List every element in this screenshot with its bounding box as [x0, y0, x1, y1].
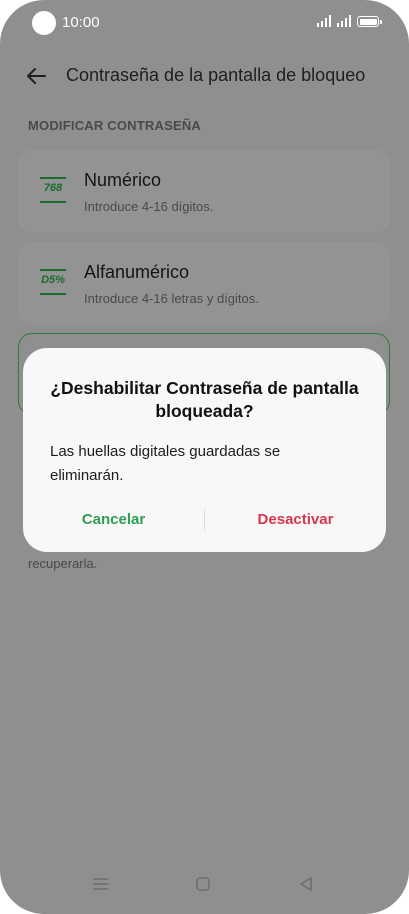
camera-cutout — [32, 11, 56, 35]
alphanumeric-keypad-icon: D5% — [40, 269, 70, 295]
battery-icon — [357, 16, 382, 27]
deactivate-button[interactable]: Desactivar — [205, 508, 386, 532]
home-icon[interactable] — [191, 872, 215, 896]
numeric-keypad-icon: 768 — [40, 177, 70, 203]
navigation-bar — [0, 872, 409, 906]
cancel-button[interactable]: Cancelar — [23, 508, 204, 532]
option-alphanumeric[interactable]: D5% Alfanumérico Introduce 4-16 letras y… — [18, 242, 390, 324]
option-title: Numérico — [84, 170, 162, 190]
confirm-dialog: ¿Deshabilitar Contraseña de pantalla blo… — [23, 348, 386, 552]
status-bar: 10:00 — [0, 0, 409, 46]
status-icons — [317, 15, 382, 27]
background-note: recuperarla. — [28, 556, 98, 571]
option-title: Alfanumérico — [84, 262, 190, 282]
option-subtitle: Introduce 4-16 letras y dígitos. — [84, 291, 259, 306]
dialog-title: ¿Deshabilitar Contraseña de pantalla blo… — [50, 378, 359, 421]
arrow-left-icon[interactable] — [24, 64, 48, 88]
back-triangle-icon[interactable] — [294, 872, 318, 896]
menu-icon[interactable] — [89, 872, 113, 896]
phone-screen: 10:00 Contraseña de la pantalla de bloqu… — [0, 0, 409, 914]
dialog-message: Las huellas digitales guardadas se elimi… — [50, 443, 281, 484]
option-subtitle: Introduce 4-16 dígitos. — [84, 199, 214, 214]
signal-icon — [317, 15, 331, 27]
signal-icon — [337, 15, 351, 27]
status-time: 10:00 — [62, 14, 100, 31]
section-label: MODIFICAR CONTRASEÑA — [28, 118, 201, 133]
option-numeric[interactable]: 768 Numérico Introduce 4-16 dígitos. — [18, 150, 390, 232]
page-title: Contraseña de la pantalla de bloqueo — [66, 65, 366, 85]
